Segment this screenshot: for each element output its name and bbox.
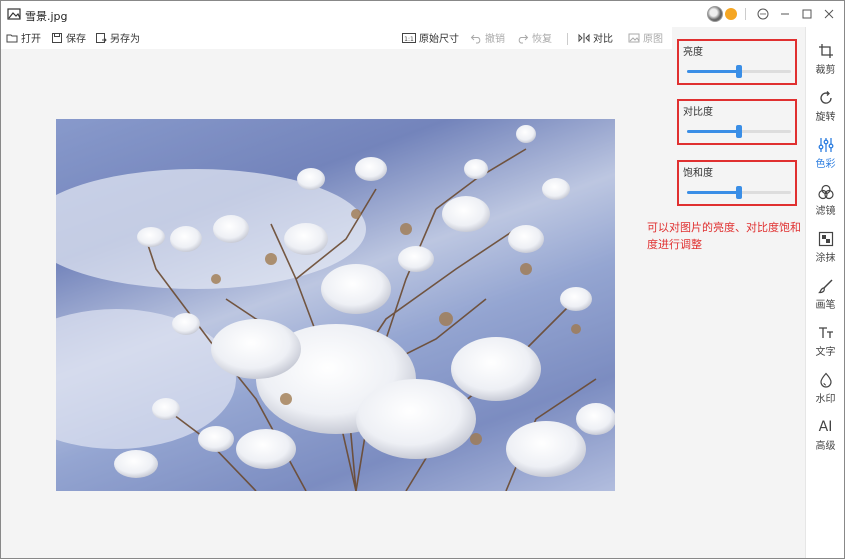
crop-icon: [818, 44, 833, 58]
svg-text:1:1: 1:1: [404, 36, 414, 43]
filter-icon: [817, 184, 834, 200]
minimize-button[interactable]: [776, 5, 794, 23]
open-button[interactable]: 打开: [6, 30, 41, 45]
original-size-label: 原始尺寸: [419, 34, 459, 45]
window-controls: [707, 5, 838, 23]
save-as-label: 另存为: [110, 34, 140, 45]
one-to-one-icon: 1:1: [402, 32, 416, 43]
tool-mosaic[interactable]: 涂抹: [806, 231, 844, 271]
compare-button[interactable]: 对比: [578, 30, 613, 45]
tool-rotate[interactable]: 旋转: [806, 90, 844, 130]
save-label: 保存: [66, 34, 86, 45]
rotate-icon: [819, 91, 832, 104]
tool-advanced-label: 高级: [815, 441, 836, 452]
window-title: 雪景.jpg: [25, 10, 68, 23]
tool-text-label: 文字: [815, 347, 836, 358]
brightness-control: 亮度: [677, 39, 797, 85]
close-button[interactable]: [820, 5, 838, 23]
original-image-button[interactable]: 原图: [628, 30, 663, 45]
contrast-control: 对比度: [677, 99, 797, 145]
toolbar-divider: [567, 33, 568, 45]
brightness-label: 亮度: [683, 47, 703, 58]
saturation-slider-handle[interactable]: [736, 186, 742, 199]
tool-mosaic-label: 涂抹: [815, 253, 836, 264]
save-as-button[interactable]: 另存为: [95, 30, 140, 45]
title-bar: 雪景.jpg: [1, 1, 844, 27]
save-button[interactable]: 保存: [51, 30, 86, 45]
tool-filter-label: 滤镜: [815, 206, 836, 217]
redo-button[interactable]: 恢复: [517, 30, 552, 45]
contrast-slider-handle[interactable]: [736, 125, 742, 138]
mosaic-icon: [818, 231, 833, 247]
undo-icon: [470, 34, 481, 43]
tool-crop[interactable]: 裁剪: [806, 43, 844, 83]
undo-label: 撤销: [485, 34, 505, 45]
brightness-slider-handle[interactable]: [736, 65, 742, 78]
redo-label: 恢复: [532, 34, 552, 45]
open-label: 打开: [21, 34, 41, 45]
saturation-slider-fill: [687, 191, 739, 194]
brush-icon: [817, 279, 833, 294]
contrast-slider-fill: [687, 130, 739, 133]
compare-label: 对比: [593, 34, 613, 45]
tool-brush[interactable]: 画笔: [806, 278, 844, 318]
brightness-slider[interactable]: [687, 65, 791, 78]
tool-color[interactable]: 色彩: [806, 137, 844, 177]
original-image-label: 原图: [643, 34, 663, 45]
toolbar: 打开 保存 另存为 1:1 原始尺寸 撤销 恢复 对比 原图: [1, 27, 672, 49]
tool-watermark[interactable]: 水印: [806, 372, 844, 412]
save-as-icon: [96, 32, 107, 43]
tool-rotate-label: 旋转: [815, 112, 836, 123]
image-icon: [628, 33, 640, 42]
avatar[interactable]: [707, 6, 723, 22]
saturation-label: 饱和度: [683, 168, 713, 179]
contrast-label: 对比度: [683, 107, 713, 118]
tool-color-label: 色彩: [815, 159, 836, 170]
tool-text[interactable]: 文字: [806, 325, 844, 365]
text-icon: [818, 327, 833, 338]
maximize-button[interactable]: [798, 5, 816, 23]
color-adjust-icon: [818, 138, 833, 152]
ai-icon: AI: [818, 419, 833, 435]
tool-filter[interactable]: 滤镜: [806, 184, 844, 224]
image-editor-window: 雪景.jpg 打开 保存 另存为 1:1 原始尺寸 撤销 恢复 对比 原图 亮度…: [0, 0, 845, 559]
saturation-slider[interactable]: [687, 186, 791, 199]
vip-badge-icon[interactable]: [725, 8, 737, 20]
snow-photo-drawing: [56, 119, 615, 491]
image-app-icon: [7, 8, 21, 20]
tool-brush-label: 画笔: [815, 300, 836, 311]
color-adjust-panel: 亮度 对比度 饱和度: [672, 27, 805, 558]
feedback-icon[interactable]: [754, 5, 772, 23]
annotation-note: 可以对图片的亮度、对比度饱和度进行调整: [647, 221, 801, 251]
tool-sidebar: 裁剪 旋转 色彩 滤镜 涂抹 画笔 文字 水印 AI 高级: [805, 27, 844, 558]
contrast-slider[interactable]: [687, 125, 791, 138]
tool-crop-label: 裁剪: [815, 65, 836, 76]
canvas-area[interactable]: [1, 49, 672, 558]
save-icon: [52, 32, 62, 43]
brightness-slider-fill: [687, 70, 739, 73]
divider: [745, 8, 746, 20]
saturation-control: 饱和度: [677, 160, 797, 206]
folder-open-icon: [6, 34, 18, 42]
compare-icon: [578, 32, 590, 43]
watermark-icon: [819, 372, 832, 388]
tool-watermark-label: 水印: [815, 394, 836, 405]
snow-flowers-photo: [56, 119, 615, 491]
tool-advanced[interactable]: AI 高级: [806, 419, 844, 459]
undo-button[interactable]: 撤销: [470, 30, 505, 45]
redo-icon: [518, 34, 529, 43]
original-size-button[interactable]: 1:1 原始尺寸: [402, 30, 459, 45]
